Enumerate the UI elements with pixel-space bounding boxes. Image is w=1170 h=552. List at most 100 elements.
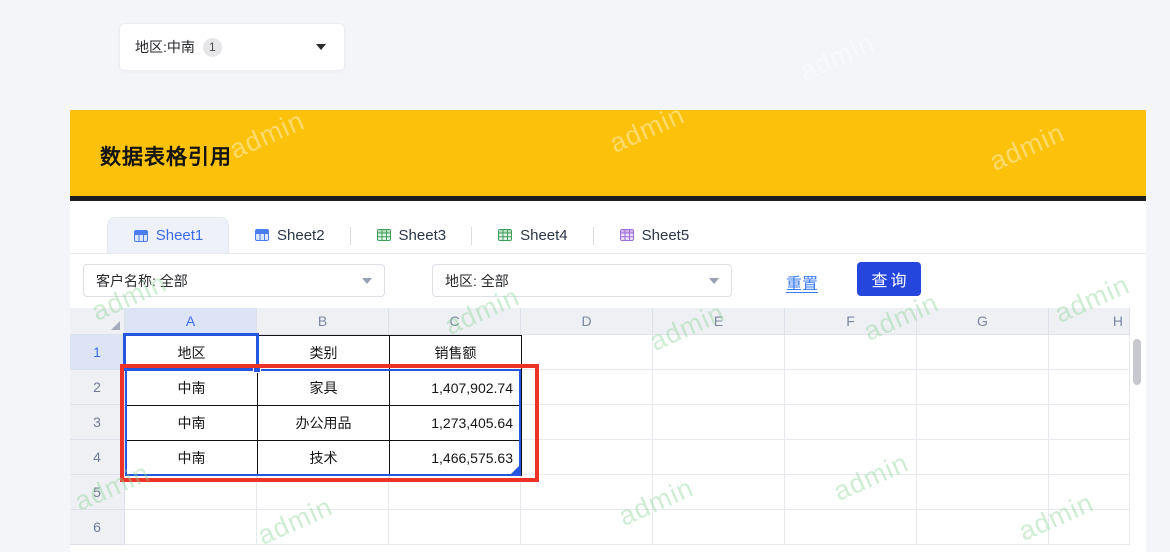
cell[interactable] [1049, 405, 1130, 440]
cell[interactable] [917, 405, 1049, 440]
cell-b4[interactable]: 技术 [258, 441, 390, 476]
cell[interactable] [653, 440, 785, 475]
cell[interactable] [785, 475, 917, 510]
table-row: 中南 办公用品 1,273,405.64 [126, 406, 522, 441]
cell[interactable] [521, 335, 653, 370]
row-header-3[interactable]: 3 [70, 405, 125, 440]
cell-b3[interactable]: 办公用品 [258, 406, 390, 441]
row-header-2[interactable]: 2 [70, 370, 125, 405]
grid-row-6: 6 [70, 510, 1146, 545]
cell[interactable] [1049, 440, 1130, 475]
cell[interactable] [917, 370, 1049, 405]
row-header-4[interactable]: 4 [70, 440, 125, 475]
customer-filter-dropdown[interactable]: 客户名称: 全部 [83, 264, 385, 297]
cell-b2[interactable]: 家具 [258, 371, 390, 406]
column-header-h[interactable]: H [1049, 308, 1130, 335]
reset-link[interactable]: 重置 [786, 270, 818, 294]
cell[interactable] [1049, 370, 1130, 405]
column-header-c[interactable]: C [389, 308, 521, 335]
cell[interactable] [653, 475, 785, 510]
cell-a4[interactable]: 中南 [126, 441, 258, 476]
cell[interactable] [125, 510, 257, 545]
cell-c1[interactable]: 销售额 [390, 336, 522, 371]
sheet-tabs: Sheet1 Sheet2 Sheet3 [70, 218, 1146, 254]
cell[interactable] [785, 440, 917, 475]
cell[interactable] [389, 510, 521, 545]
region-filter-value: 地区: 全部 [445, 271, 509, 291]
cell[interactable] [653, 370, 785, 405]
watermark: admin [795, 27, 879, 87]
tab-label: Sheet4 [520, 227, 568, 244]
cell[interactable] [257, 510, 389, 545]
column-header-row: A B C D E F G H [70, 308, 1146, 335]
tab-label: Sheet3 [399, 227, 447, 244]
column-header-e[interactable]: E [653, 308, 785, 335]
tab-sheet4[interactable]: Sheet4 [472, 217, 593, 253]
cell[interactable] [1049, 510, 1130, 545]
cell[interactable] [257, 475, 389, 510]
cell[interactable] [653, 510, 785, 545]
region-filter-dropdown[interactable]: 地区: 全部 [432, 264, 732, 297]
tab-label: Sheet5 [642, 227, 690, 244]
fill-handle[interactable] [253, 365, 261, 373]
cell[interactable] [521, 510, 653, 545]
cell-c2[interactable]: 1,407,902.74 [390, 371, 522, 406]
cell[interactable] [521, 440, 653, 475]
column-header-f[interactable]: F [785, 308, 917, 335]
tab-label: Sheet1 [156, 227, 204, 244]
row-header-6[interactable]: 6 [70, 510, 125, 545]
cell[interactable] [653, 335, 785, 370]
cell[interactable] [917, 440, 1049, 475]
table-row: 中南 技术 1,466,575.63 [126, 441, 522, 476]
cell[interactable] [521, 475, 653, 510]
cell[interactable] [653, 405, 785, 440]
data-table: 地区 类别 销售额 中南 家具 1,407,902.74 中南 办公用品 1,2… [125, 335, 522, 476]
table-header-row: 地区 类别 销售额 [126, 336, 522, 371]
column-header-b[interactable]: B [257, 308, 389, 335]
column-header-d[interactable]: D [521, 308, 653, 335]
cell[interactable] [917, 335, 1049, 370]
filter-count-badge: 1 [203, 38, 222, 57]
cell[interactable] [785, 335, 917, 370]
column-header-g[interactable]: G [917, 308, 1049, 335]
cell[interactable] [917, 475, 1049, 510]
vertical-scrollbar[interactable] [1133, 339, 1141, 385]
cell[interactable] [521, 370, 653, 405]
cell[interactable] [389, 475, 521, 510]
row-header-5[interactable]: 5 [70, 475, 125, 510]
table-icon [254, 227, 270, 243]
cell[interactable] [521, 405, 653, 440]
cell-c3[interactable]: 1,273,405.64 [390, 406, 522, 441]
cell[interactable] [1049, 475, 1130, 510]
tab-sheet2[interactable]: Sheet2 [229, 217, 350, 253]
cell[interactable] [917, 510, 1049, 545]
chevron-down-icon [362, 278, 372, 284]
cell-a1[interactable]: 地区 [126, 336, 258, 371]
grid-table-icon [497, 227, 513, 243]
select-all-corner[interactable] [70, 308, 125, 335]
tab-sheet3[interactable]: Sheet3 [351, 217, 472, 253]
tab-sheet1[interactable]: Sheet1 [107, 217, 229, 253]
cell-a2[interactable]: 中南 [126, 371, 258, 406]
cell[interactable] [125, 475, 257, 510]
cell-b1[interactable]: 类别 [258, 336, 390, 371]
tab-sheet5[interactable]: Sheet5 [594, 217, 715, 253]
cell[interactable] [785, 510, 917, 545]
row-header-1[interactable]: 1 [70, 335, 125, 370]
page: 地区:中南 1 数据表格引用 Sheet1 [0, 0, 1170, 552]
cell-a3[interactable]: 中南 [126, 406, 258, 441]
query-button[interactable]: 查询 [857, 262, 921, 296]
column-header-a[interactable]: A [125, 308, 257, 335]
table-icon [133, 228, 149, 244]
banner-underline [70, 196, 1146, 201]
region-filter-label: 地区:中南 [135, 37, 195, 57]
scroll-gutter [1130, 308, 1146, 335]
cell[interactable] [785, 405, 917, 440]
grid-table-icon [376, 227, 392, 243]
region-filter-chip[interactable]: 地区:中南 1 [119, 23, 345, 71]
cell[interactable] [1049, 335, 1130, 370]
chevron-down-icon [709, 278, 719, 284]
cell-c4[interactable]: 1,466,575.63 [390, 441, 522, 476]
content-card: 数据表格引用 Sheet1 Shee [70, 110, 1146, 552]
cell[interactable] [785, 370, 917, 405]
